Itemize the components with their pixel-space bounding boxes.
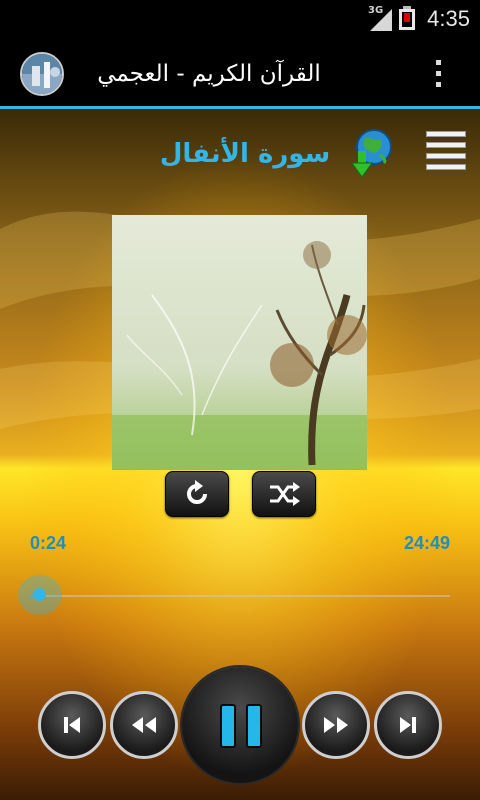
signal-icon xyxy=(370,9,392,31)
seek-thumb[interactable] xyxy=(18,575,62,615)
fast-forward-icon xyxy=(324,717,348,733)
shuffle-button[interactable] xyxy=(252,471,316,517)
battery-icon xyxy=(399,6,415,30)
hamburger-menu-icon[interactable] xyxy=(426,131,466,175)
app-title: القرآن الكريم - العجمي xyxy=(97,61,321,87)
skip-previous-button[interactable] xyxy=(38,691,106,759)
status-bar: 3G 4:35 xyxy=(0,0,480,38)
skip-next-button[interactable] xyxy=(374,691,442,759)
repeat-icon xyxy=(187,480,207,504)
status-time: 4:35 xyxy=(427,6,470,31)
app-logo-icon[interactable] xyxy=(20,52,64,96)
total-duration: 24:49 xyxy=(403,533,450,553)
pause-button[interactable] xyxy=(182,667,298,783)
shuffle-icon xyxy=(270,482,300,506)
pause-icon xyxy=(220,704,236,748)
repeat-button[interactable] xyxy=(165,471,229,517)
player-screen: سورة الأنفال 0:24 24:49 xyxy=(0,109,480,800)
seek-bar[interactable] xyxy=(30,595,450,597)
overflow-menu-icon[interactable] xyxy=(424,56,452,92)
skip-previous-icon xyxy=(64,717,80,733)
skip-next-icon xyxy=(400,717,416,733)
surah-title: سورة الأنفال xyxy=(159,139,331,169)
elapsed-time: 0:24 xyxy=(30,533,67,553)
pause-icon-bar xyxy=(246,704,262,748)
fast-forward-button[interactable] xyxy=(302,691,370,759)
tree-artwork xyxy=(112,215,367,470)
globe-download-icon[interactable] xyxy=(350,129,394,179)
rewind-icon xyxy=(132,717,156,733)
rewind-button[interactable] xyxy=(110,691,178,759)
